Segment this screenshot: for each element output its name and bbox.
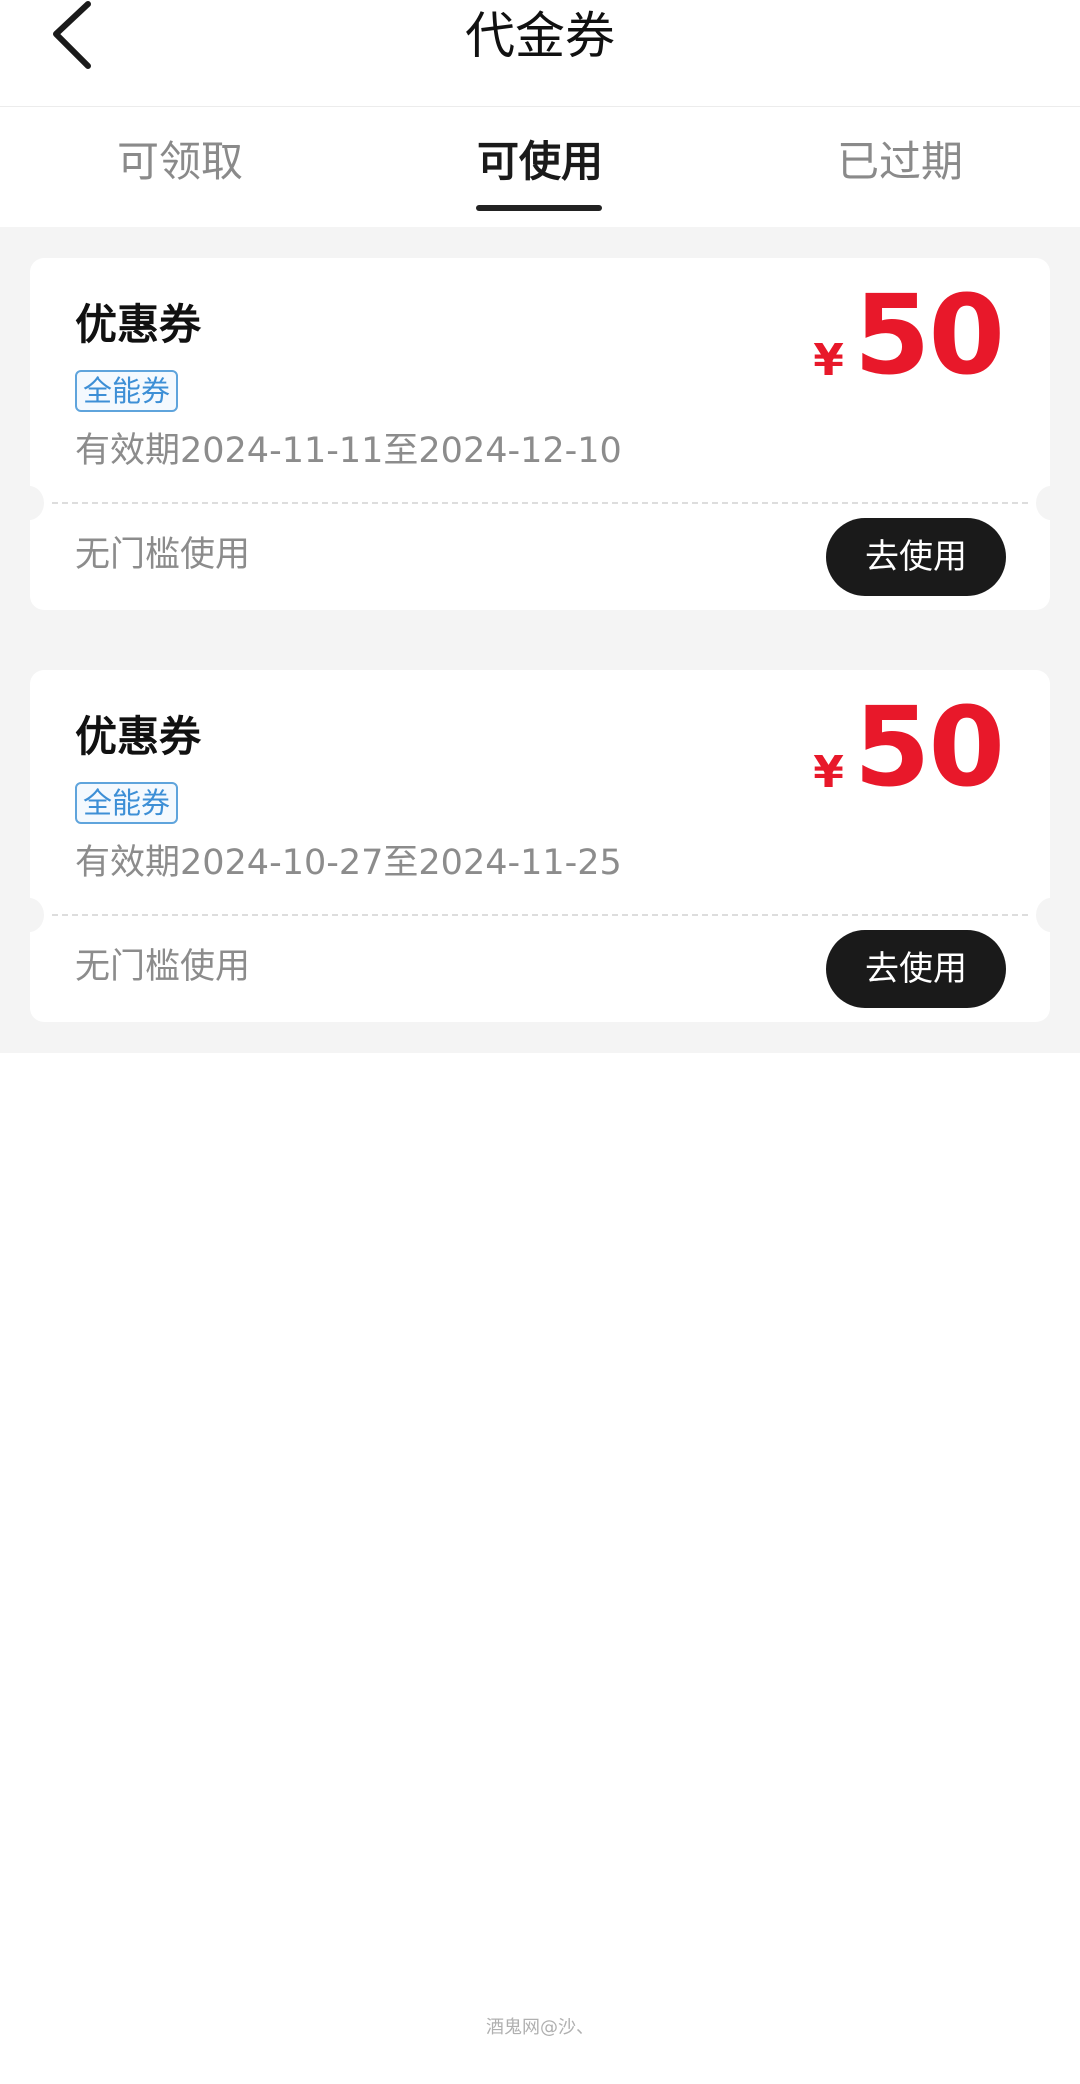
coupon-condition: 无门槛使用 — [75, 535, 251, 575]
page-title: 代金券 — [465, 7, 615, 65]
coupon-card: 优惠券 全能券 有效期2024-11-11至2024-12-10 ¥50 无门槛… — [30, 258, 1050, 610]
ticket-notch — [30, 898, 44, 932]
coupon-name: 优惠券 — [75, 712, 202, 761]
tab-expired[interactable]: 已过期 — [800, 135, 1000, 189]
coupon-validity: 有效期2024-11-11至2024-12-10 — [75, 431, 622, 471]
coupon-validity: 有效期2024-10-27至2024-11-25 — [75, 843, 622, 883]
coupon-type-badge: 全能券 — [75, 782, 179, 824]
currency-symbol: ¥ — [813, 747, 844, 798]
coupon-amount: 50 — [853, 271, 1005, 399]
ticket-notch — [30, 486, 44, 520]
watermark: 酒鬼网@沙、 — [486, 2017, 594, 2038]
coupon-condition: 无门槛使用 — [75, 947, 251, 987]
coupon-card: 优惠券 全能券 有效期2024-10-27至2024-11-25 ¥50 无门槛… — [30, 670, 1050, 1022]
tab-bar: 可领取 可使用 已过期 — [0, 107, 1080, 227]
header-bar: 代金券 — [0, 0, 1080, 107]
coupon-value: ¥50 — [813, 683, 1005, 811]
dashed-divider — [52, 914, 1028, 916]
ticket-notch — [1036, 486, 1050, 520]
coupon-value: ¥50 — [813, 271, 1005, 399]
use-coupon-button[interactable]: 去使用 — [826, 930, 1006, 1008]
coupon-name: 优惠券 — [75, 300, 202, 349]
tab-claimable[interactable]: 可领取 — [80, 135, 280, 189]
coupon-type-badge: 全能券 — [75, 370, 179, 412]
use-coupon-button[interactable]: 去使用 — [826, 518, 1006, 596]
coupon-amount: 50 — [853, 683, 1005, 811]
active-tab-indicator — [476, 205, 602, 211]
dashed-divider — [52, 502, 1028, 504]
coupon-list: 优惠券 全能券 有效期2024-11-11至2024-12-10 ¥50 无门槛… — [0, 227, 1080, 1053]
tab-usable[interactable]: 可使用 — [440, 135, 640, 189]
currency-symbol: ¥ — [813, 335, 844, 386]
ticket-notch — [1036, 898, 1050, 932]
